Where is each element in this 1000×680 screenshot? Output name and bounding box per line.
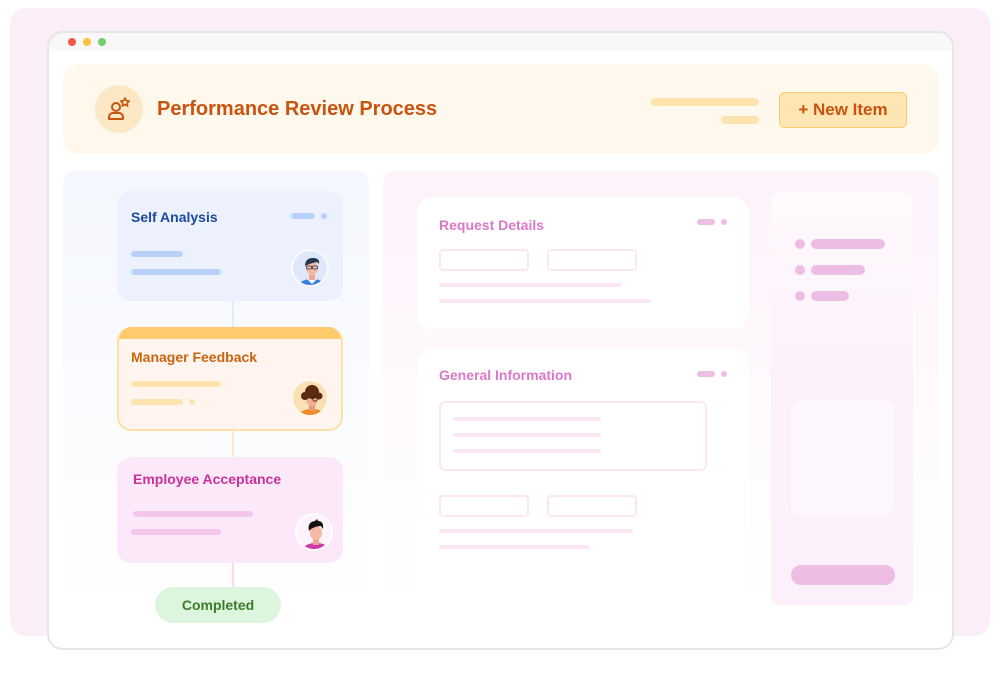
general-info-textarea[interactable]	[439, 401, 707, 471]
new-item-button[interactable]: + New Item	[779, 92, 907, 128]
placeholder-line	[439, 545, 589, 549]
placeholder-line	[131, 251, 183, 257]
page-header: Performance Review Process + New Item	[63, 64, 939, 154]
stage-active-indicator	[119, 327, 341, 339]
status-dot	[189, 399, 195, 405]
card-title: Request Details	[439, 217, 545, 233]
list-bullet	[795, 239, 805, 249]
request-field[interactable]	[439, 249, 529, 271]
list-item-line	[811, 239, 885, 249]
page-title: Performance Review Process	[157, 98, 438, 120]
card-options-pill	[697, 219, 715, 225]
stage-title: Employee Acceptance	[133, 471, 282, 487]
card-options-pill	[697, 371, 715, 377]
placeholder-line	[439, 283, 621, 287]
close-window-button[interactable]	[68, 38, 76, 46]
man-glasses-avatar	[291, 249, 329, 287]
workflow-connector	[232, 301, 234, 327]
details-panel: Request Details General Information	[383, 171, 939, 609]
request-field[interactable]	[547, 249, 637, 271]
general-information-card: General Information	[417, 349, 749, 609]
list-bullet	[795, 291, 805, 301]
app-window: Performance Review Process + New Item Se…	[47, 31, 954, 650]
placeholder-line	[453, 417, 601, 421]
placeholder-line	[131, 529, 221, 535]
sidebar-preview-box	[791, 401, 893, 515]
user-star-icon	[95, 85, 143, 133]
placeholder-line	[133, 511, 253, 517]
placeholder-line	[131, 399, 183, 405]
list-bullet	[795, 265, 805, 275]
maximize-window-button[interactable]	[98, 38, 106, 46]
workflow-connector	[232, 563, 234, 587]
placeholder-line	[131, 269, 221, 275]
list-item-line	[811, 265, 865, 275]
card-options-dot	[721, 371, 727, 377]
list-item-line	[811, 291, 849, 301]
placeholder-line	[453, 433, 601, 437]
title-bar	[49, 33, 952, 51]
placeholder-line	[453, 449, 601, 453]
stage-card-manager-feedback[interactable]: Manager Feedback	[117, 327, 343, 431]
status-dot	[321, 213, 327, 219]
woman-curly-hair-avatar	[291, 379, 329, 417]
workflow-panel: Self Analysis Manager Feedback Employee …	[63, 171, 369, 623]
placeholder-line	[439, 529, 633, 533]
general-field[interactable]	[439, 495, 529, 517]
sidebar-action-button[interactable]	[791, 565, 895, 585]
card-options-dot	[721, 219, 727, 225]
workflow-connector	[232, 431, 234, 457]
general-field[interactable]	[547, 495, 637, 517]
stage-card-self-analysis[interactable]: Self Analysis	[117, 191, 343, 301]
man-dark-hair-avatar	[295, 513, 333, 551]
details-sidebar	[771, 193, 913, 605]
placeholder-line	[439, 299, 651, 303]
stage-title: Manager Feedback	[131, 349, 258, 365]
placeholder-line	[131, 381, 221, 387]
header-placeholder-line	[651, 98, 759, 106]
request-details-card: Request Details	[417, 197, 749, 329]
completed-status-badge: Completed	[155, 587, 281, 623]
status-pill	[291, 213, 315, 219]
stage-card-employee-acceptance[interactable]: Employee Acceptance	[117, 457, 343, 563]
header-placeholder-line	[721, 116, 759, 124]
minimize-window-button[interactable]	[83, 38, 91, 46]
stage-title: Self Analysis	[131, 209, 218, 225]
card-title: General Information	[439, 367, 573, 383]
